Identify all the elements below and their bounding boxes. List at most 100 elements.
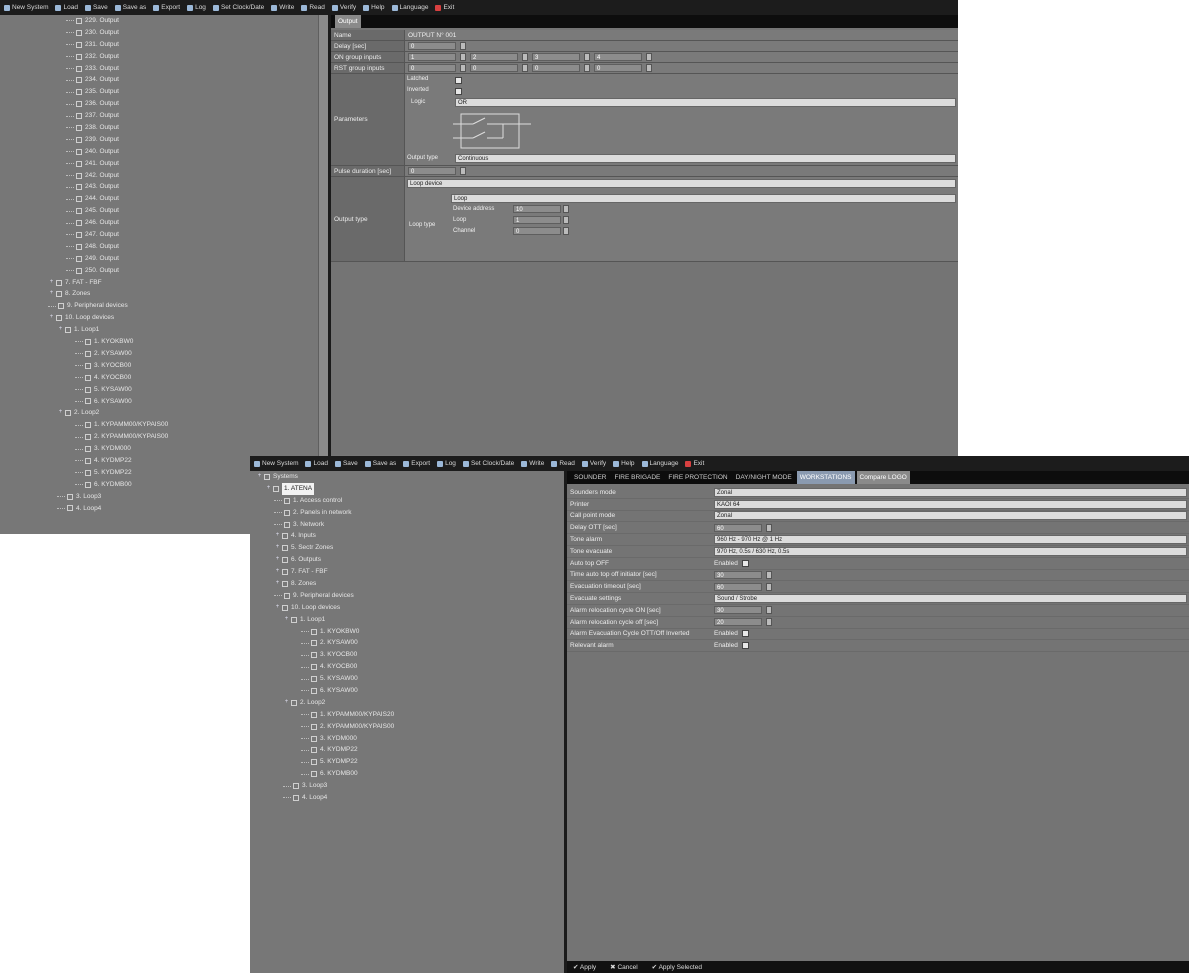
tree-node[interactable]: 3. KYOCB00: [250, 649, 564, 661]
expand-icon[interactable]: +: [274, 602, 281, 614]
latched-checkbox[interactable]: [455, 77, 462, 84]
menu-item-export[interactable]: Export: [403, 460, 430, 467]
tree-node[interactable]: +7. FAT - FBF: [250, 566, 564, 578]
delay-field[interactable]: 0: [408, 42, 456, 50]
rst_group_values-spinner[interactable]: [460, 64, 466, 72]
menu-item-verify[interactable]: Verify: [331, 4, 356, 11]
menu-item-save[interactable]: Save: [84, 4, 108, 11]
tree-node[interactable]: 245. Output: [0, 205, 318, 217]
tree-node[interactable]: +6. Outputs: [250, 554, 564, 566]
tree-node[interactable]: 6. KYDMB00: [250, 768, 564, 780]
menu-item-help[interactable]: Help: [613, 460, 635, 467]
tree-node[interactable]: 230. Output: [0, 27, 318, 39]
tree-node[interactable]: 1. KYOKBW0: [250, 626, 564, 638]
loop-number-spinner[interactable]: [563, 216, 569, 224]
menu-item-load[interactable]: Load: [305, 460, 328, 467]
tree-node[interactable]: 1. KYPAMM00/KYPAIS20: [250, 709, 564, 721]
tree-node[interactable]: 231. Output: [0, 39, 318, 51]
tree-node[interactable]: 2. KYSAW00: [0, 348, 318, 360]
tree-node[interactable]: 1. KYOKBW0: [0, 336, 318, 348]
rst_group_values-field[interactable]: 0: [470, 64, 518, 72]
tree-node[interactable]: +1. Loop1: [250, 614, 564, 626]
expand-icon[interactable]: +: [265, 483, 272, 495]
setting-select[interactable]: KAOI 64: [714, 499, 1187, 509]
on_group_values-spinner[interactable]: [584, 53, 590, 61]
tree-node[interactable]: 1. Access control: [250, 495, 564, 507]
tree-node[interactable]: 3. Network: [250, 519, 564, 531]
menu-item-write[interactable]: Write: [521, 460, 544, 467]
expand-icon[interactable]: +: [274, 530, 281, 542]
expand-icon[interactable]: +: [48, 288, 55, 300]
on_group_values-field[interactable]: 2: [470, 53, 518, 61]
loop-select[interactable]: Loop: [451, 194, 956, 203]
menu-item-help[interactable]: Help: [363, 4, 385, 11]
expand-icon[interactable]: +: [256, 471, 263, 483]
setting-checkbox[interactable]: [741, 630, 749, 638]
setting-spinner[interactable]: [766, 618, 772, 627]
rst_group_values-spinner[interactable]: [522, 64, 528, 72]
rst_group_values-field[interactable]: 0: [594, 64, 642, 72]
tree-node[interactable]: 235. Output: [0, 86, 318, 98]
tree-node[interactable]: 242. Output: [0, 170, 318, 182]
logic-select[interactable]: OR: [455, 98, 956, 107]
rst_group_values-field[interactable]: 0: [408, 64, 456, 72]
menu-item-set-clock-date[interactable]: Set Clock/Date: [212, 4, 264, 11]
device-address-spinner[interactable]: [563, 205, 569, 213]
tree-node[interactable]: +4. Inputs: [250, 530, 564, 542]
tree-node[interactable]: 243. Output: [0, 181, 318, 193]
tab-workstations[interactable]: WORKSTATIONS: [796, 471, 855, 484]
tab-sounder[interactable]: SOUNDER: [571, 471, 610, 484]
menu-item-log[interactable]: Log: [187, 4, 206, 11]
menu-item-load[interactable]: Load: [55, 4, 78, 11]
setting-select[interactable]: 970 Hz, 0.5s / 630 Hz, 0.5s: [714, 546, 1187, 556]
tree-node[interactable]: 9. Peripheral devices: [0, 300, 318, 312]
inverted-checkbox[interactable]: [455, 88, 462, 95]
delay-spinner[interactable]: [460, 42, 466, 50]
tree-node[interactable]: + Systems: [250, 471, 564, 483]
tab-fire-brigade[interactable]: FIRE BRIGADE: [612, 471, 664, 484]
setting-number-field[interactable]: 30: [714, 570, 762, 579]
tree-node[interactable]: +2. Loop2: [250, 697, 564, 709]
expand-icon[interactable]: +: [57, 324, 64, 336]
tree-node[interactable]: 238. Output: [0, 122, 318, 134]
tree-node[interactable]: 244. Output: [0, 193, 318, 205]
setting-select[interactable]: 960 Hz - 970 Hz @ 1 Hz: [714, 535, 1187, 545]
expand-icon[interactable]: +: [283, 697, 290, 709]
pulse-duration-field[interactable]: 0: [408, 167, 456, 175]
output-type-select[interactable]: Continuous: [455, 154, 956, 163]
menu-item-exit[interactable]: Exit: [685, 460, 704, 467]
tab-fire-protection[interactable]: FIRE PROTECTION: [665, 471, 730, 484]
menu-item-write[interactable]: Write: [271, 4, 294, 11]
setting-spinner[interactable]: [766, 606, 772, 615]
menu-item-new-system[interactable]: New System: [4, 4, 48, 11]
tree-node[interactable]: 237. Output: [0, 110, 318, 122]
menu-item-exit[interactable]: Exit: [435, 4, 454, 11]
rst_group_values-field[interactable]: 0: [532, 64, 580, 72]
rst_group_values-spinner[interactable]: [584, 64, 590, 72]
on_group_values-field[interactable]: 3: [532, 53, 580, 61]
menu-item-verify[interactable]: Verify: [581, 460, 606, 467]
tree-node[interactable]: 4. KYOCB00: [250, 661, 564, 673]
menu-item-export[interactable]: Export: [153, 4, 180, 11]
on_group_values-field[interactable]: 1: [408, 53, 456, 61]
on_group_values-spinner[interactable]: [646, 53, 652, 61]
tree-node[interactable]: 5. KYDMP22: [250, 756, 564, 768]
expand-icon[interactable]: +: [274, 554, 281, 566]
menu-item-save-as[interactable]: Save as: [114, 4, 146, 11]
tree-node[interactable]: 233. Output: [0, 63, 318, 75]
tree-node[interactable]: 2. KYPAMM00/KYPAIS00: [0, 431, 318, 443]
tree-node[interactable]: +8. Zones: [250, 578, 564, 590]
expand-icon[interactable]: +: [57, 407, 64, 419]
setting-spinner[interactable]: [766, 570, 772, 579]
tree-node[interactable]: 240. Output: [0, 146, 318, 158]
menu-item-language[interactable]: Language: [641, 460, 678, 467]
tree-node[interactable]: 4. KYDMP22: [250, 744, 564, 756]
setting-checkbox[interactable]: [741, 559, 749, 567]
tree-node[interactable]: 3. Loop3: [250, 780, 564, 792]
setting-number-field[interactable]: 60: [714, 523, 762, 532]
tree-node[interactable]: +10. Loop devices: [0, 312, 318, 324]
name-value[interactable]: OUTPUT N° 001: [408, 32, 456, 39]
tree-node[interactable]: 234. Output: [0, 74, 318, 86]
menu-item-read[interactable]: Read: [301, 4, 325, 11]
expand-icon[interactable]: +: [283, 614, 290, 626]
